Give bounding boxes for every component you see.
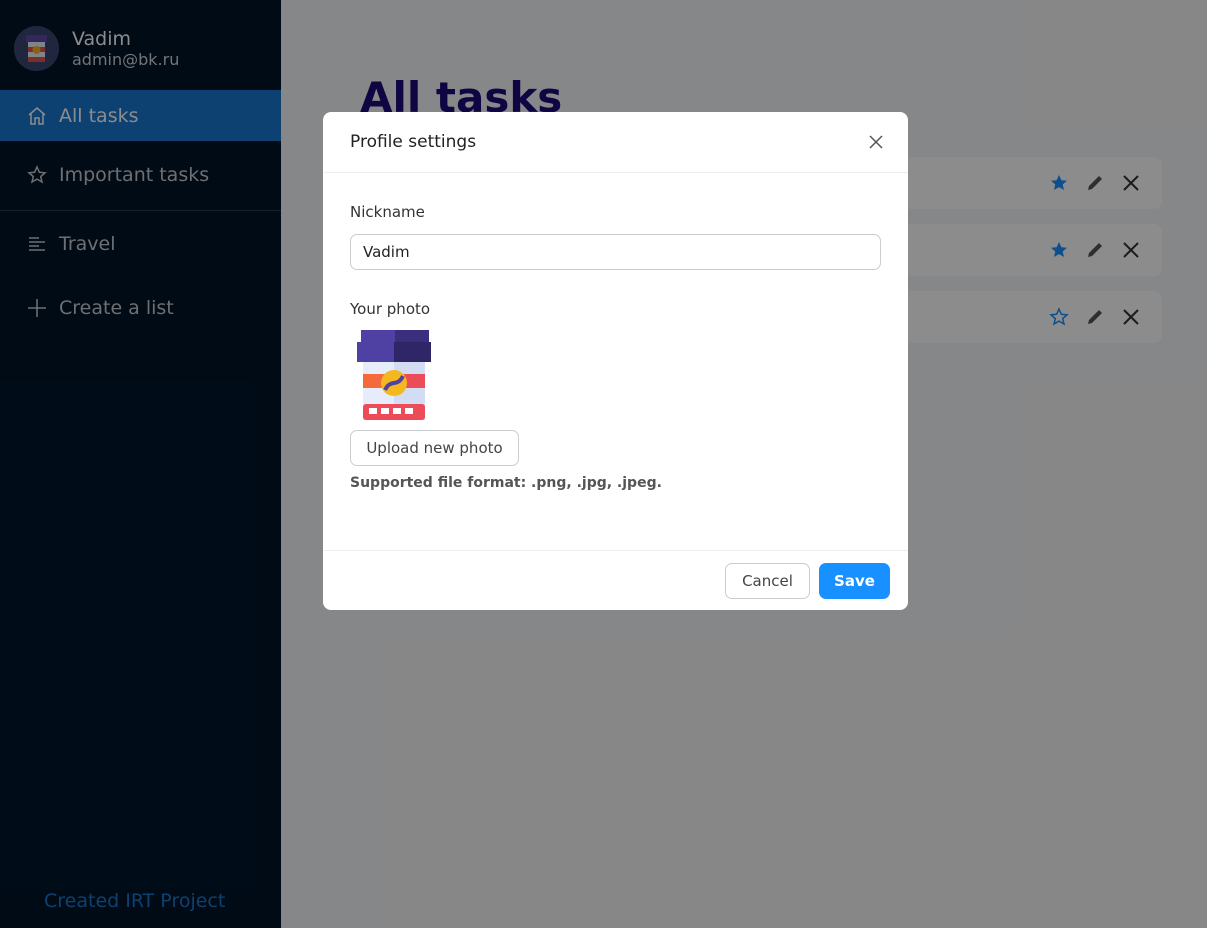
profile-photo bbox=[357, 328, 433, 424]
modal-header: Profile settings bbox=[323, 112, 908, 173]
file-format-note: Supported file format: .png, .jpg, .jpeg… bbox=[350, 475, 662, 491]
cancel-button[interactable]: Cancel bbox=[725, 563, 810, 599]
upload-photo-button[interactable]: Upload new photo bbox=[350, 430, 519, 466]
nickname-label: Nickname bbox=[350, 203, 425, 221]
save-button[interactable]: Save bbox=[819, 563, 890, 599]
photo-label: Your photo bbox=[350, 300, 431, 318]
close-icon[interactable] bbox=[864, 130, 888, 154]
nickname-input[interactable] bbox=[350, 234, 881, 270]
profile-settings-modal: Profile settings Nickname Your photo bbox=[323, 112, 908, 610]
modal-footer: Cancel Save bbox=[323, 550, 908, 610]
modal-title: Profile settings bbox=[350, 132, 477, 152]
